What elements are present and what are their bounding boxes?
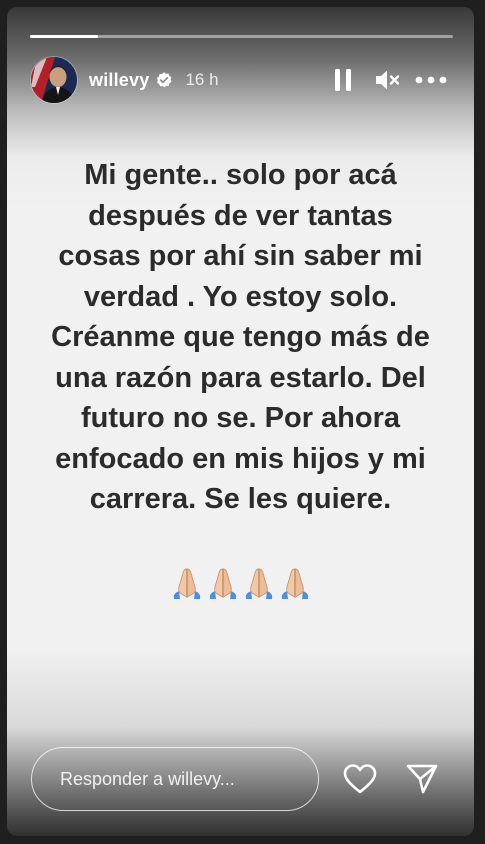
heart-icon <box>343 764 377 794</box>
username[interactable]: willevy <box>89 70 149 91</box>
story-progress-fill <box>30 35 98 38</box>
folded-hands-icon <box>242 565 276 606</box>
avatar[interactable] <box>30 56 78 104</box>
reply-input[interactable] <box>31 747 319 811</box>
story-footer <box>31 747 454 811</box>
speaker-muted-icon <box>376 70 400 90</box>
more-options-icon <box>415 76 447 84</box>
folded-hands-icon <box>170 565 204 606</box>
folded-hands-icon <box>278 565 312 606</box>
send-icon <box>406 764 438 794</box>
folded-hands-icon <box>206 565 240 606</box>
mute-button[interactable] <box>365 60 409 100</box>
more-options-button[interactable] <box>409 60 453 100</box>
like-button[interactable] <box>336 755 384 803</box>
story-header: willevy 16 h <box>30 55 453 105</box>
story-text: Mi gente.. solo por acá después de ver t… <box>51 159 430 515</box>
story-controls <box>321 60 453 100</box>
verified-badge-icon <box>155 71 173 89</box>
story-timestamp: 16 h <box>185 70 219 89</box>
story-viewer: willevy 16 h Mi gente.. solo por acá des… <box>7 7 474 836</box>
send-button[interactable] <box>398 755 446 803</box>
pause-button[interactable] <box>321 60 365 100</box>
story-progress-bar <box>30 35 453 38</box>
emoji-row <box>7 565 474 606</box>
pause-icon <box>335 69 351 91</box>
